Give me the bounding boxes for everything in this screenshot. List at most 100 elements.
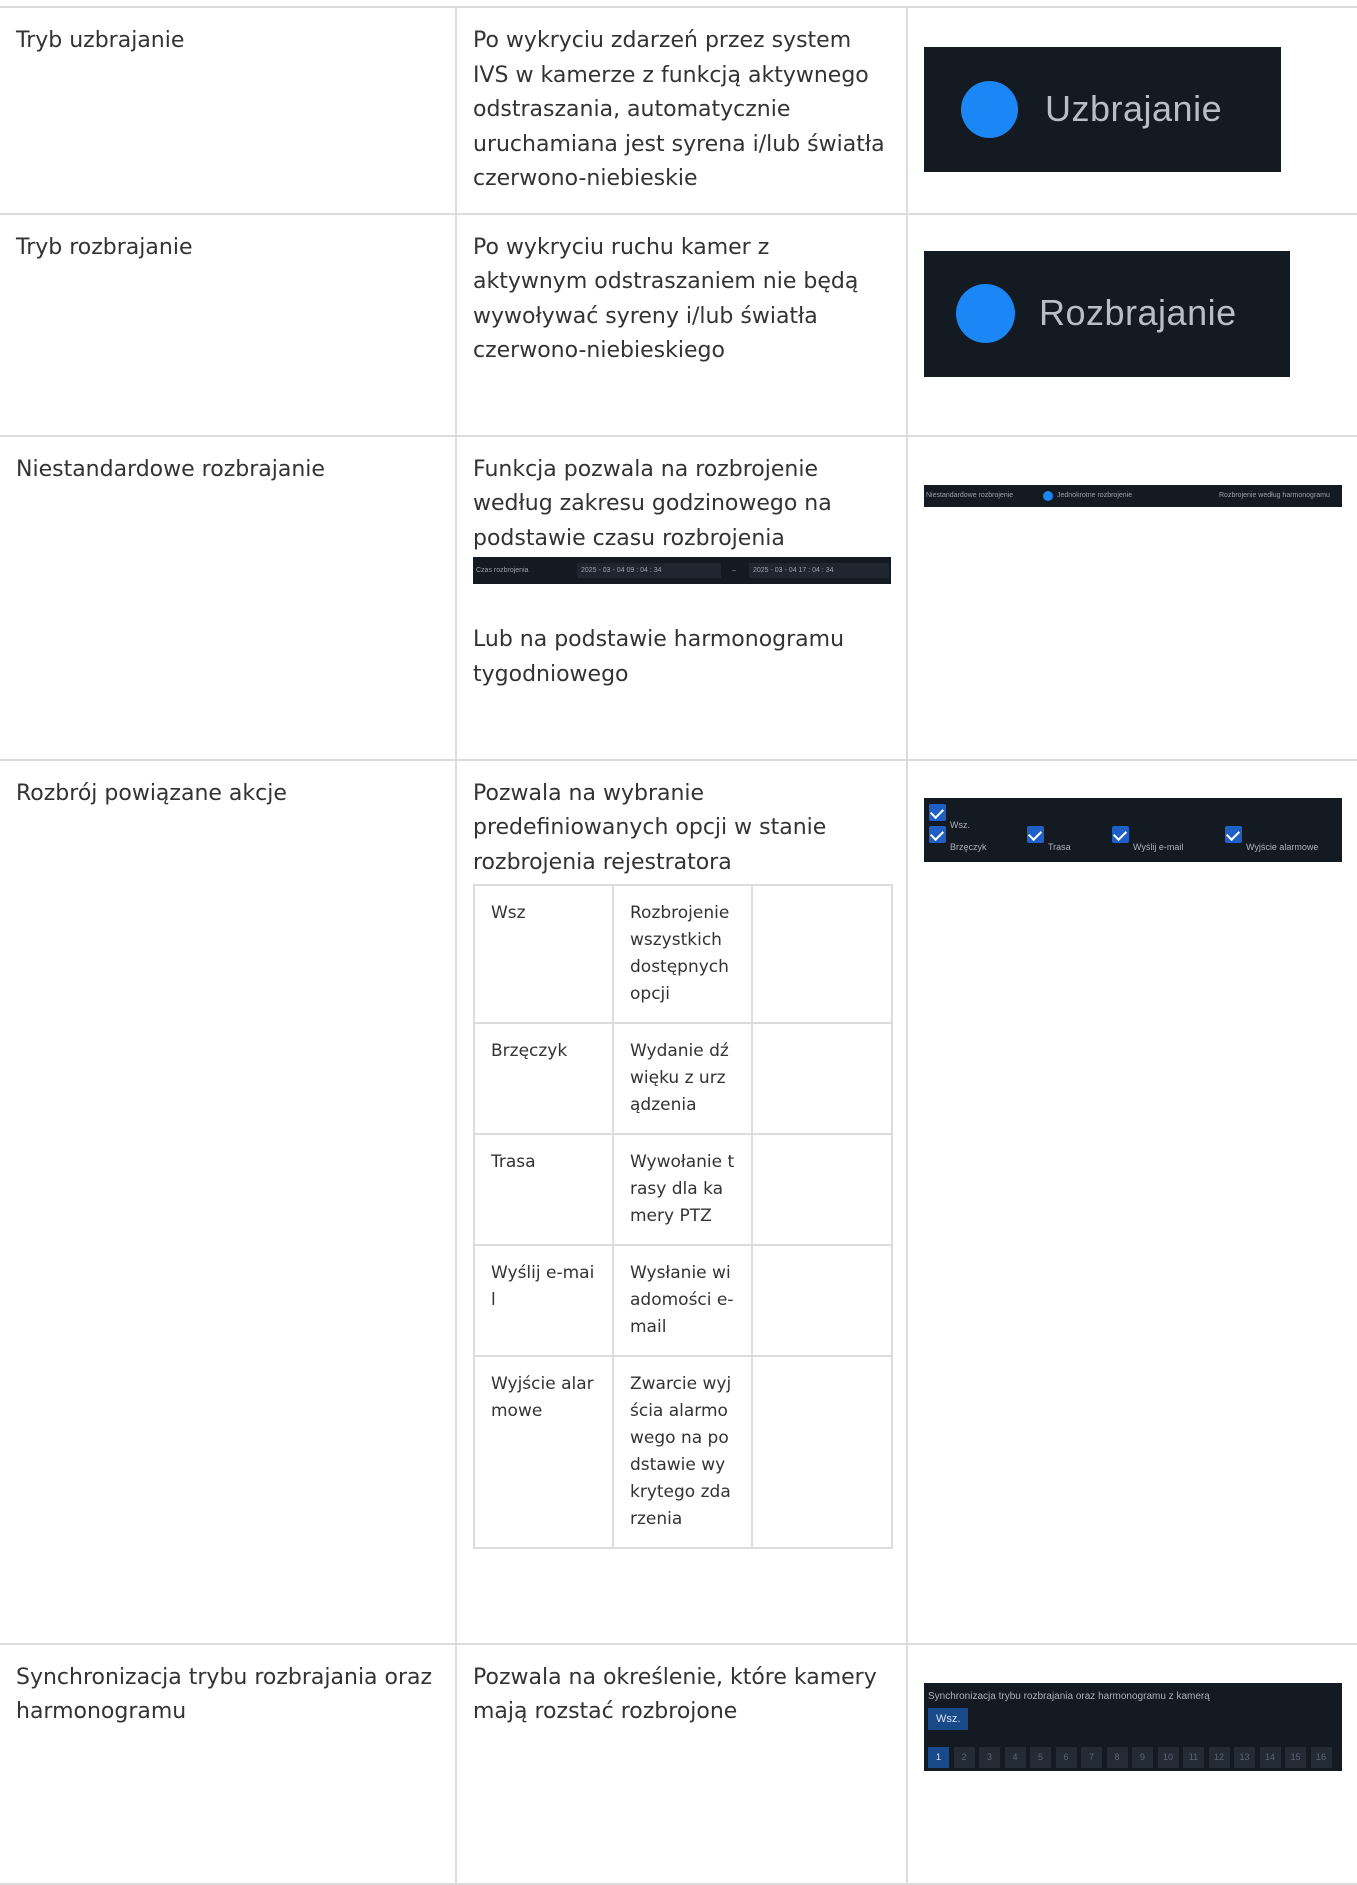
table-row: Wyślij e-mail Wysłanie wiadomości e-mail <box>473 1244 893 1357</box>
channel-button[interactable]: 13 <box>1234 1747 1255 1768</box>
function-description-cell: Funkcja pozwala na rozbrojenie według za… <box>455 434 908 761</box>
option-label: Trasa <box>473 1133 614 1246</box>
screenshot-cell: Rozbrajanie <box>906 212 1357 437</box>
custom-disarm-options-bar: Niestandardowe rozbrojenie Jednokrotne r… <box>924 484 1342 507</box>
option-empty <box>751 1022 893 1135</box>
function-description: Pozwala na wybranie predefiniowanych opc… <box>473 780 827 875</box>
disarm-time-separator: – <box>732 567 736 574</box>
option-label: Wyślij e-mail <box>473 1244 614 1357</box>
table-row: Rozbrój powiązane akcje Pozwala na wybra… <box>0 758 1357 1645</box>
channel-button[interactable]: 4 <box>1004 1747 1026 1768</box>
channel-list: 1 2 3 4 5 6 7 8 9 10 11 12 13 14 15 16 <box>928 1741 1338 1776</box>
option-empty <box>751 1133 893 1246</box>
disarm-mode-panel: Rozbrajanie <box>924 250 1290 377</box>
function-description-cell: Pozwala na wybranie predefiniowanych opc… <box>455 758 908 1645</box>
table-row: Synchronizacja trybu rozbrajania oraz ha… <box>0 1642 1357 1885</box>
table-row: Wsz Rozbrojenie wszystkich dostępnych op… <box>473 884 893 1024</box>
option-empty <box>751 1244 893 1357</box>
function-description: Po wykryciu ruchu kamer z aktywnym odstr… <box>473 234 859 364</box>
function-description-extra: Lub na podstawie harmonogramu tygodniowe… <box>473 627 845 687</box>
checkbox-email-icon[interactable] <box>1112 825 1129 843</box>
channel-button[interactable]: 10 <box>1157 1747 1179 1768</box>
checkbox-buzzer-label: Brzęczyk <box>950 841 987 852</box>
function-name: Rozbrój powiązane akcje <box>16 780 287 806</box>
option-text: Wydanie dźwięku z urządzenia <box>612 1022 753 1135</box>
function-description-cell: Po wykryciu zdarzeń przez system IVS w k… <box>455 6 908 215</box>
function-description: Po wykryciu zdarzeń przez system IVS w k… <box>473 28 885 191</box>
checkbox-buzzer-icon[interactable] <box>929 825 946 843</box>
function-description-cell: Po wykryciu ruchu kamer z aktywnym odstr… <box>455 212 908 437</box>
sync-all-button[interactable]: Wsz. <box>928 1707 969 1730</box>
function-name-cell: Tryb uzbrajanie <box>0 6 457 215</box>
table-row: Wyjście alarmowe Zwarcie wyjścia alarmow… <box>473 1355 893 1549</box>
option-empty <box>751 1355 893 1549</box>
screenshot-cell: Wsz. Brzęczyk Trasa Wyślij e-mail Wyjści… <box>906 758 1357 1645</box>
function-description: Funkcja pozwala na rozbrojenie według za… <box>473 456 832 551</box>
table-row: Tryb rozbrajanie Po wykryciu ruchu kamer… <box>0 212 1357 437</box>
function-name: Tryb uzbrajanie <box>16 28 185 53</box>
checkbox-email-label: Wyślij e-mail <box>1133 841 1184 852</box>
function-name-cell: Niestandardowe rozbrajanie <box>0 434 457 761</box>
channel-button[interactable]: 14 <box>1259 1747 1281 1768</box>
screenshot-cell: Niestandardowe rozbrojenie Jednokrotne r… <box>906 434 1357 761</box>
option-label: Brzęczyk <box>473 1022 614 1135</box>
channel-button[interactable]: 16 <box>1310 1747 1332 1768</box>
option-label: Wsz <box>473 884 614 1024</box>
disarm-mode-label: Rozbrajanie <box>1039 292 1237 334</box>
checkbox-route-label: Trasa <box>1048 841 1071 852</box>
disarm-status-circle-icon <box>956 284 1015 343</box>
channel-button[interactable]: 15 <box>1285 1747 1306 1768</box>
document: Tryb uzbrajanie Po wykryciu zdarzeń prze… <box>0 0 1357 1885</box>
channel-button[interactable]: 1 <box>928 1747 949 1768</box>
option-text: Wywołanie trasy dla kamery PTZ <box>612 1133 753 1246</box>
channel-button[interactable]: 5 <box>1030 1747 1051 1768</box>
radio-selected-icon[interactable] <box>1043 490 1053 501</box>
option-label: Wyjście alarmowe <box>473 1355 614 1549</box>
linked-actions-panel: Wsz. Brzęczyk Trasa Wyślij e-mail Wyjści… <box>924 797 1342 862</box>
sync-panel: Synchronizacja trybu rozbrajania oraz ha… <box>924 1682 1342 1771</box>
option-empty <box>751 884 893 1024</box>
functions-table: Tryb uzbrajanie Po wykryciu zdarzeń prze… <box>0 6 1357 1885</box>
disarm-time-bar: Czas rozbrojenia 2025 - 03 - 04 09 : 04 … <box>473 557 891 584</box>
disarm-time-label: Czas rozbrojenia <box>476 567 529 574</box>
channel-button[interactable]: 7 <box>1081 1747 1102 1768</box>
table-row: Trasa Wywołanie trasy dla kamery PTZ <box>473 1133 893 1246</box>
function-name: Synchronizacja trybu rozbrajania oraz ha… <box>16 1664 433 1725</box>
option-text: Rozbrojenie wszystkich dostępnych opcji <box>612 884 753 1024</box>
option-text: Zwarcie wyjścia alarmowego na podstawie … <box>612 1355 753 1549</box>
screenshot-cell: Uzbrajanie <box>906 6 1357 215</box>
channel-button[interactable]: 3 <box>979 1747 1000 1768</box>
radio-option-once[interactable]: Jednokrotne rozbrojenie <box>1057 491 1132 500</box>
checkbox-alarm-out-label: Wyjście alarmowe <box>1246 841 1319 852</box>
disarm-time-start-field[interactable]: 2025 - 03 - 04 09 : 04 : 34 <box>577 563 721 578</box>
arm-mode-label: Uzbrajanie <box>1045 88 1223 130</box>
function-description-cell: Pozwala na określenie, które kamery mają… <box>455 1642 908 1885</box>
disarm-time-end-field[interactable]: 2025 - 03 - 04 17 : 04 : 34 <box>749 563 889 578</box>
table-row: Brzęczyk Wydanie dźwięku z urządzenia <box>473 1022 893 1135</box>
custom-disarm-label: Niestandardowe rozbrojenie <box>926 491 1014 499</box>
checkbox-route-icon[interactable] <box>1027 825 1044 843</box>
channel-button[interactable]: 8 <box>1106 1747 1128 1768</box>
table-row: Tryb uzbrajanie Po wykryciu zdarzeń prze… <box>0 6 1357 215</box>
function-description: Pozwala na określenie, które kamery mają… <box>473 1664 877 1725</box>
checkbox-all-icon[interactable] <box>929 803 946 821</box>
sync-panel-title: Synchronizacja trybu rozbrajania oraz ha… <box>928 1690 1210 1702</box>
function-name: Tryb rozbrajanie <box>16 234 193 260</box>
function-name-cell: Tryb rozbrajanie <box>0 212 457 437</box>
function-name-cell: Synchronizacja trybu rozbrajania oraz ha… <box>0 1642 457 1885</box>
channel-button[interactable]: 9 <box>1132 1747 1153 1768</box>
option-text: Wysłanie wiadomości e-mail <box>612 1244 753 1357</box>
channel-button[interactable]: 11 <box>1183 1747 1204 1768</box>
radio-option-schedule[interactable]: Rozbrojenie według harmonogramu <box>1219 491 1330 500</box>
options-table: Wsz Rozbrojenie wszystkich dostępnych op… <box>473 884 893 1549</box>
arm-mode-panel: Uzbrajanie <box>924 47 1281 172</box>
arm-status-circle-icon <box>961 81 1018 138</box>
checkbox-alarm-out-icon[interactable] <box>1225 825 1242 843</box>
function-name-cell: Rozbrój powiązane akcje <box>0 758 457 1645</box>
channel-button[interactable]: 12 <box>1208 1747 1230 1768</box>
function-name: Niestandardowe rozbrajanie <box>16 456 325 482</box>
screenshot-cell: Synchronizacja trybu rozbrajania oraz ha… <box>906 1642 1357 1885</box>
table-row: Niestandardowe rozbrajanie Funkcja pozwa… <box>0 434 1357 761</box>
channel-button[interactable]: 6 <box>1055 1747 1077 1768</box>
channel-button[interactable]: 2 <box>953 1747 975 1768</box>
